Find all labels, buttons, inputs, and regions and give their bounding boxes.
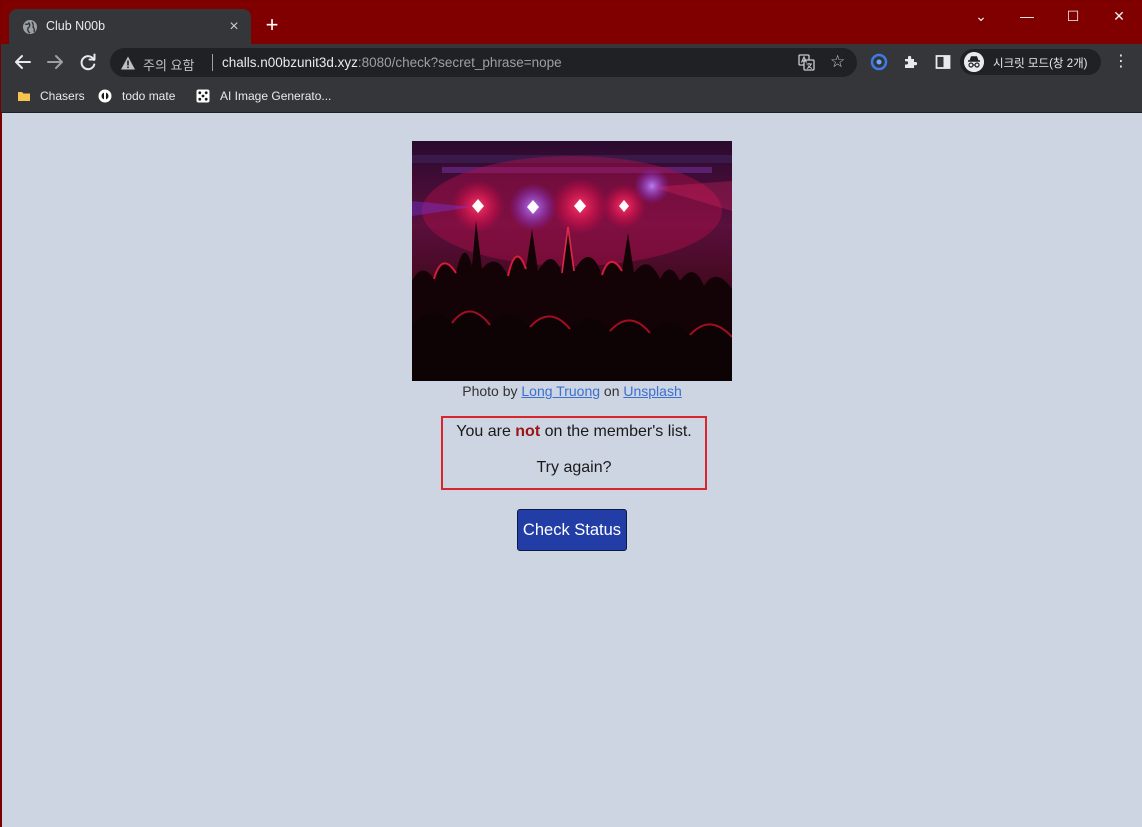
status-message-box: You are not on the member's list. Try ag… [441,416,707,490]
page-content: Photo by Long Truong on Unsplash You are… [2,113,1142,827]
message-suffix: on the member's list. [540,423,692,440]
back-arrow-icon[interactable] [12,51,34,73]
forward-arrow-icon[interactable] [44,51,66,73]
bookmark-label: todo mate [122,89,176,103]
photographer-link[interactable]: Long Truong [521,383,600,399]
incognito-profile-button[interactable]: 시크릿 모드(창 2개) [960,49,1101,75]
unsplash-link[interactable]: Unsplash [623,383,681,399]
photo-credit: Photo by Long Truong on Unsplash [2,383,1142,399]
bookmark-todo-mate[interactable]: todo mate [98,86,175,106]
minimize-button[interactable]: — [1004,5,1050,29]
browser-tab[interactable]: Club N00b × [9,9,251,45]
folder-icon [18,92,30,101]
incognito-label: 시크릿 모드(창 2개) [993,58,1088,70]
bookmark-label: Chasers [40,89,85,103]
new-tab-button[interactable]: + [262,14,282,36]
address-separator [212,54,213,71]
club-crowd-photo [412,141,732,381]
url-text[interactable]: challs.n00bzunit3d.xyz:8080/check?secret… [222,55,562,70]
reload-icon[interactable] [77,51,99,73]
security-warning-label[interactable]: 주의 요함 [143,55,194,74]
bookmark-chasers[interactable]: Chasers [17,86,85,106]
bookmarks-bar: Chasers todo mate AI Image Generato... [1,80,1142,113]
message-emphasis: not [515,423,541,440]
star-icon[interactable]: ☆ [830,53,848,71]
tab-title: Club N00b [46,19,106,33]
message-prefix: You are [456,423,516,440]
credit-prefix: Photo by [462,383,522,399]
incognito-icon [964,52,984,72]
globe-icon [23,20,37,34]
kebab-menu-icon[interactable]: ⋮ [1113,53,1129,71]
puzzle-icon[interactable] [902,53,920,71]
bookmark-ai-image-generator[interactable]: AI Image Generato... [196,86,331,106]
translate-icon[interactable] [798,54,815,71]
tab-search-chevron-icon[interactable]: ⌄ [958,5,1004,29]
browser-window: Club N00b × + ⌄ — ☐ ✕ 주의 요함 challs.n00bz… [0,0,1142,827]
todo-mate-icon [98,89,112,103]
url-host: challs.n00bzunit3d.xyz [222,55,358,70]
tab-close-icon[interactable]: × [225,18,243,36]
check-status-button[interactable]: Check Status [517,509,627,551]
retry-message: Try again? [536,459,612,476]
url-path: :8080/check?secret_phrase=nope [357,55,562,70]
browser-toolbar: 주의 요함 challs.n00bzunit3d.xyz:8080/check?… [1,44,1142,80]
maximize-button[interactable]: ☐ [1050,5,1096,29]
credit-mid: on [600,383,624,399]
address-bar[interactable]: 주의 요함 challs.n00bzunit3d.xyz:8080/check?… [110,48,857,77]
extension-g-icon[interactable] [870,53,888,71]
warning-icon[interactable] [120,55,136,71]
side-panel-icon[interactable] [934,53,952,71]
title-bar: Club N00b × + ⌄ — ☐ ✕ [1,1,1142,45]
close-window-button[interactable]: ✕ [1096,5,1142,29]
membership-message: You are not on the member's list. [443,423,705,441]
bookmark-label: AI Image Generato... [220,89,332,103]
dice-icon [196,89,210,103]
